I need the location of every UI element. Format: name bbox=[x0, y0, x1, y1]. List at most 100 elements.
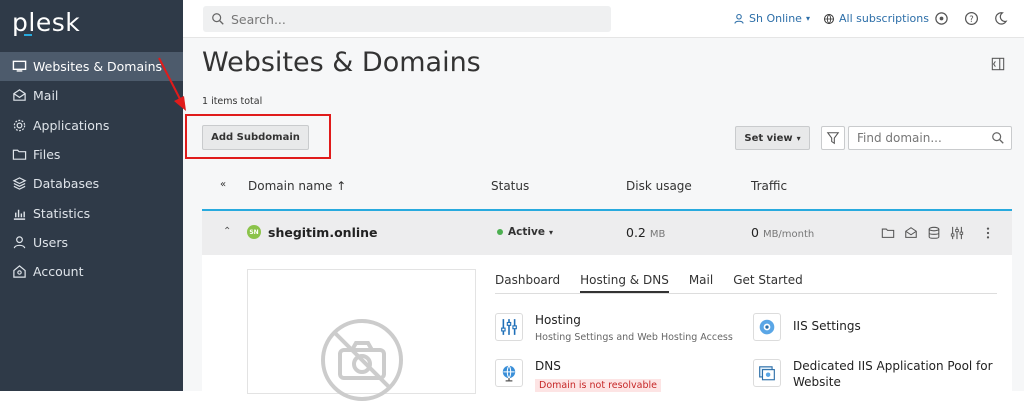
dns-globe-icon bbox=[502, 365, 516, 382]
iis-settings-tool[interactable]: IIS Settings bbox=[753, 313, 861, 341]
chart-icon bbox=[13, 209, 26, 220]
dns-tool[interactable]: DNS Domain is not resolvable bbox=[495, 359, 661, 392]
disk-unit: MB bbox=[649, 229, 666, 240]
disk-value: 0.2 bbox=[626, 225, 646, 240]
find-domain-placeholder: Find domain... bbox=[857, 131, 942, 145]
search-icon bbox=[212, 13, 224, 25]
table-row[interactable]: ⌃ SN shegitim.online Active ▾ 0.2 MB 0 M… bbox=[202, 209, 1012, 255]
status-badge[interactable]: Active ▾ bbox=[497, 226, 553, 238]
sidebar-item-users[interactable]: Users bbox=[0, 228, 183, 257]
sidebar: plesk Websites & Domains Mail Applicatio… bbox=[0, 0, 183, 391]
hosting-title[interactable]: Hosting bbox=[535, 313, 733, 327]
sidebar-nav: Websites & Domains Mail Applications Fil… bbox=[0, 52, 183, 286]
tab-dashboard[interactable]: Dashboard bbox=[495, 273, 560, 293]
app-pool-icon bbox=[759, 366, 775, 381]
annotation-highlight-box bbox=[185, 114, 331, 159]
app-pool-title-line2[interactable]: Website bbox=[793, 375, 993, 389]
status-label: Active bbox=[508, 226, 545, 238]
folder-icon bbox=[12, 149, 27, 160]
iis-icon-box bbox=[753, 313, 781, 341]
chevron-down-icon: ▾ bbox=[805, 14, 810, 23]
dark-mode-icon[interactable] bbox=[993, 11, 1008, 26]
sidebar-item-websites-domains[interactable]: Websites & Domains bbox=[0, 52, 183, 82]
settings-sliders-icon[interactable] bbox=[950, 226, 964, 240]
hosting-settings-icon bbox=[501, 319, 517, 335]
sidebar-item-account[interactable]: Account bbox=[0, 257, 183, 286]
page-title: Websites & Domains bbox=[202, 47, 481, 78]
domain-detail-panel: Dashboard Hosting & DNS Mail Get Started… bbox=[202, 255, 1012, 401]
filter-icon bbox=[826, 132, 840, 145]
main-content: Websites & Domains 1 items total Add Sub… bbox=[183, 38, 1024, 401]
no-image-icon bbox=[321, 319, 403, 401]
user-icon bbox=[734, 13, 744, 24]
sidebar-item-label: Applications bbox=[33, 117, 110, 133]
sidebar-item-statistics[interactable]: Statistics bbox=[0, 198, 183, 227]
search-placeholder: Search... bbox=[231, 11, 286, 27]
collapse-all-icon[interactable]: « bbox=[220, 179, 226, 190]
sidebar-item-databases[interactable]: Databases bbox=[0, 169, 183, 198]
user-menu-label: Sh Online bbox=[749, 12, 802, 25]
traffic-unit: MB/month bbox=[762, 229, 815, 240]
mail-icon bbox=[13, 89, 26, 102]
account-icon bbox=[13, 265, 26, 278]
chevron-up-icon[interactable]: ⌃ bbox=[223, 226, 231, 237]
items-total: 1 items total bbox=[202, 96, 263, 107]
tab-hosting-dns[interactable]: Hosting & DNS bbox=[580, 273, 669, 293]
tab-mail[interactable]: Mail bbox=[689, 273, 713, 293]
website-preview bbox=[247, 269, 476, 401]
monitor-icon bbox=[12, 60, 27, 72]
column-header-status[interactable]: Status bbox=[491, 179, 529, 193]
chevron-down-icon: ▾ bbox=[548, 227, 553, 237]
traffic-value: 0 bbox=[751, 225, 759, 240]
hosting-icon-box bbox=[495, 313, 523, 341]
dns-title[interactable]: DNS bbox=[535, 359, 661, 373]
hosting-description: Hosting Settings and Web Hosting Access bbox=[535, 332, 733, 343]
database-icon bbox=[12, 177, 27, 191]
hosting-tool[interactable]: Hosting Hosting Settings and Web Hosting… bbox=[495, 313, 733, 343]
app-pool-tool[interactable]: Dedicated IIS Application Pool for Websi… bbox=[753, 359, 993, 389]
column-header-disk[interactable]: Disk usage bbox=[626, 179, 692, 193]
disk-usage: 0.2 MB bbox=[626, 225, 665, 240]
more-options-icon[interactable] bbox=[981, 226, 995, 240]
app-pool-icon-box bbox=[753, 359, 781, 387]
subscriptions-menu[interactable]: All subscriptions bbox=[823, 12, 929, 25]
domain-name-link[interactable]: shegitim.online bbox=[268, 225, 378, 240]
traffic: 0 MB/month bbox=[751, 225, 814, 240]
column-header-traffic[interactable]: Traffic bbox=[751, 179, 787, 193]
top-bar: Search... Sh Online ▾ All subscriptions … bbox=[183, 0, 1024, 38]
gear-icon bbox=[13, 119, 26, 131]
sidebar-item-label: Account bbox=[33, 264, 84, 280]
find-domain-input[interactable]: Find domain... bbox=[848, 126, 1012, 150]
dns-icon-box bbox=[495, 359, 523, 387]
dns-warning-badge: Domain is not resolvable bbox=[535, 379, 661, 392]
filter-button[interactable] bbox=[821, 126, 845, 150]
search-icon bbox=[992, 132, 1004, 144]
folder-icon[interactable] bbox=[881, 226, 895, 240]
subscriptions-label: All subscriptions bbox=[839, 12, 929, 25]
plesk-logo[interactable]: plesk bbox=[12, 8, 80, 37]
logo-accent bbox=[24, 34, 32, 36]
app-pool-title-line1[interactable]: Dedicated IIS Application Pool for bbox=[793, 359, 993, 373]
search-input[interactable]: Search... bbox=[203, 6, 611, 32]
user-menu[interactable]: Sh Online ▾ bbox=[733, 12, 810, 25]
mail-icon[interactable] bbox=[904, 226, 918, 240]
iis-settings-title[interactable]: IIS Settings bbox=[793, 319, 861, 341]
detail-tabs: Dashboard Hosting & DNS Mail Get Started bbox=[495, 273, 997, 294]
set-view-button[interactable]: Set view ▾ bbox=[735, 126, 810, 150]
globe-icon bbox=[824, 13, 834, 24]
help-icon[interactable]: ? bbox=[964, 11, 979, 26]
extensions-icon[interactable] bbox=[934, 11, 949, 26]
column-header-domain[interactable]: Domain name ↑ bbox=[248, 179, 346, 193]
sidebar-item-label: Users bbox=[33, 234, 69, 250]
iis-icon bbox=[759, 319, 775, 335]
database-icon[interactable] bbox=[927, 226, 941, 240]
tab-get-started[interactable]: Get Started bbox=[733, 273, 803, 293]
sidebar-item-label: Databases bbox=[33, 176, 100, 192]
user-icon bbox=[13, 236, 26, 249]
sidebar-item-mail[interactable]: Mail bbox=[0, 81, 183, 110]
sidebar-item-files[interactable]: Files bbox=[0, 140, 183, 169]
sidebar-item-applications[interactable]: Applications bbox=[0, 111, 183, 140]
chevron-down-icon: ▾ bbox=[796, 133, 801, 143]
domain-avatar: SN bbox=[247, 225, 261, 239]
side-panel-icon[interactable] bbox=[991, 57, 1005, 71]
